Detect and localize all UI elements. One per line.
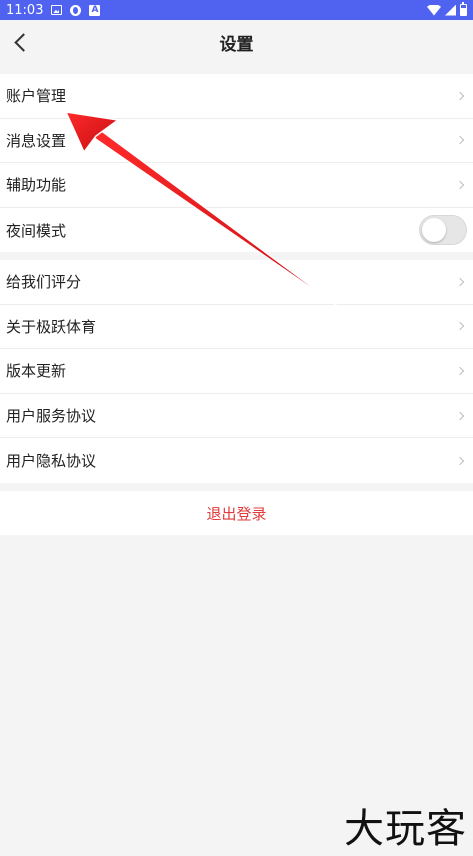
night-mode-toggle[interactable] (419, 215, 467, 246)
settings-group-1: 账户管理 消息设置 辅助功能 夜间模式 (0, 74, 473, 253)
row-label: 辅助功能 (6, 176, 67, 195)
row-label: 给我们评分 (6, 273, 82, 292)
page-title: 设置 (219, 34, 254, 55)
status-bar: 11:03 A (0, 0, 473, 20)
settings-row-night-mode: 夜间模式 (0, 208, 473, 253)
settings-row-message-settings[interactable]: 消息设置 (0, 119, 473, 164)
chevron-right-icon (455, 322, 465, 331)
settings-row-user-service-agreement[interactable]: 用户服务协议 (0, 394, 473, 439)
watermark-logo: 大玩客 (344, 806, 467, 852)
row-label: 账户管理 (6, 87, 67, 106)
row-label: 版本更新 (6, 362, 67, 381)
chevron-right-icon (455, 277, 465, 287)
settings-group-2: 给我们评分 关于极跃体育 版本更新 用户服务协议 用户隐私协议 (0, 260, 473, 483)
logout-label: 退出登录 (206, 504, 267, 523)
row-label: 用户隐私协议 (6, 452, 97, 471)
settings-row-user-privacy-agreement[interactable]: 用户隐私协议 (0, 438, 473, 483)
back-button[interactable] (6, 28, 34, 56)
row-label: 消息设置 (6, 131, 67, 150)
chevron-right-icon (455, 456, 465, 465)
chevron-right-icon (455, 91, 465, 101)
row-label: 用户服务协议 (6, 407, 97, 426)
chevron-left-icon (13, 32, 33, 52)
settings-row-rate-us[interactable]: 给我们评分 (0, 260, 473, 305)
settings-row-accessibility[interactable]: 辅助功能 (0, 163, 473, 208)
status-right (427, 2, 467, 16)
row-label: 关于极跃体育 (6, 317, 97, 336)
row-label: 夜间模式 (6, 221, 67, 240)
settings-row-about[interactable]: 关于极跃体育 (0, 305, 473, 350)
a-app-icon: A (89, 4, 101, 16)
nav-bar: 设置 (0, 20, 473, 64)
circle-app-icon (70, 4, 82, 16)
status-time: 11:03 (6, 2, 44, 18)
settings-row-account-management[interactable]: 账户管理 (0, 74, 473, 119)
chevron-right-icon (455, 180, 465, 190)
chevron-right-icon (455, 411, 465, 420)
battery-icon (460, 2, 467, 16)
chevron-right-icon (455, 136, 465, 145)
toggle-knob (422, 218, 446, 243)
logout-button[interactable]: 退出登录 (0, 491, 473, 535)
wifi-icon (427, 4, 441, 16)
settings-row-version-update[interactable]: 版本更新 (0, 349, 473, 394)
status-left: 11:03 A (6, 2, 101, 18)
chevron-right-icon (455, 366, 465, 376)
image-icon (51, 5, 63, 15)
signal-icon (445, 4, 456, 16)
